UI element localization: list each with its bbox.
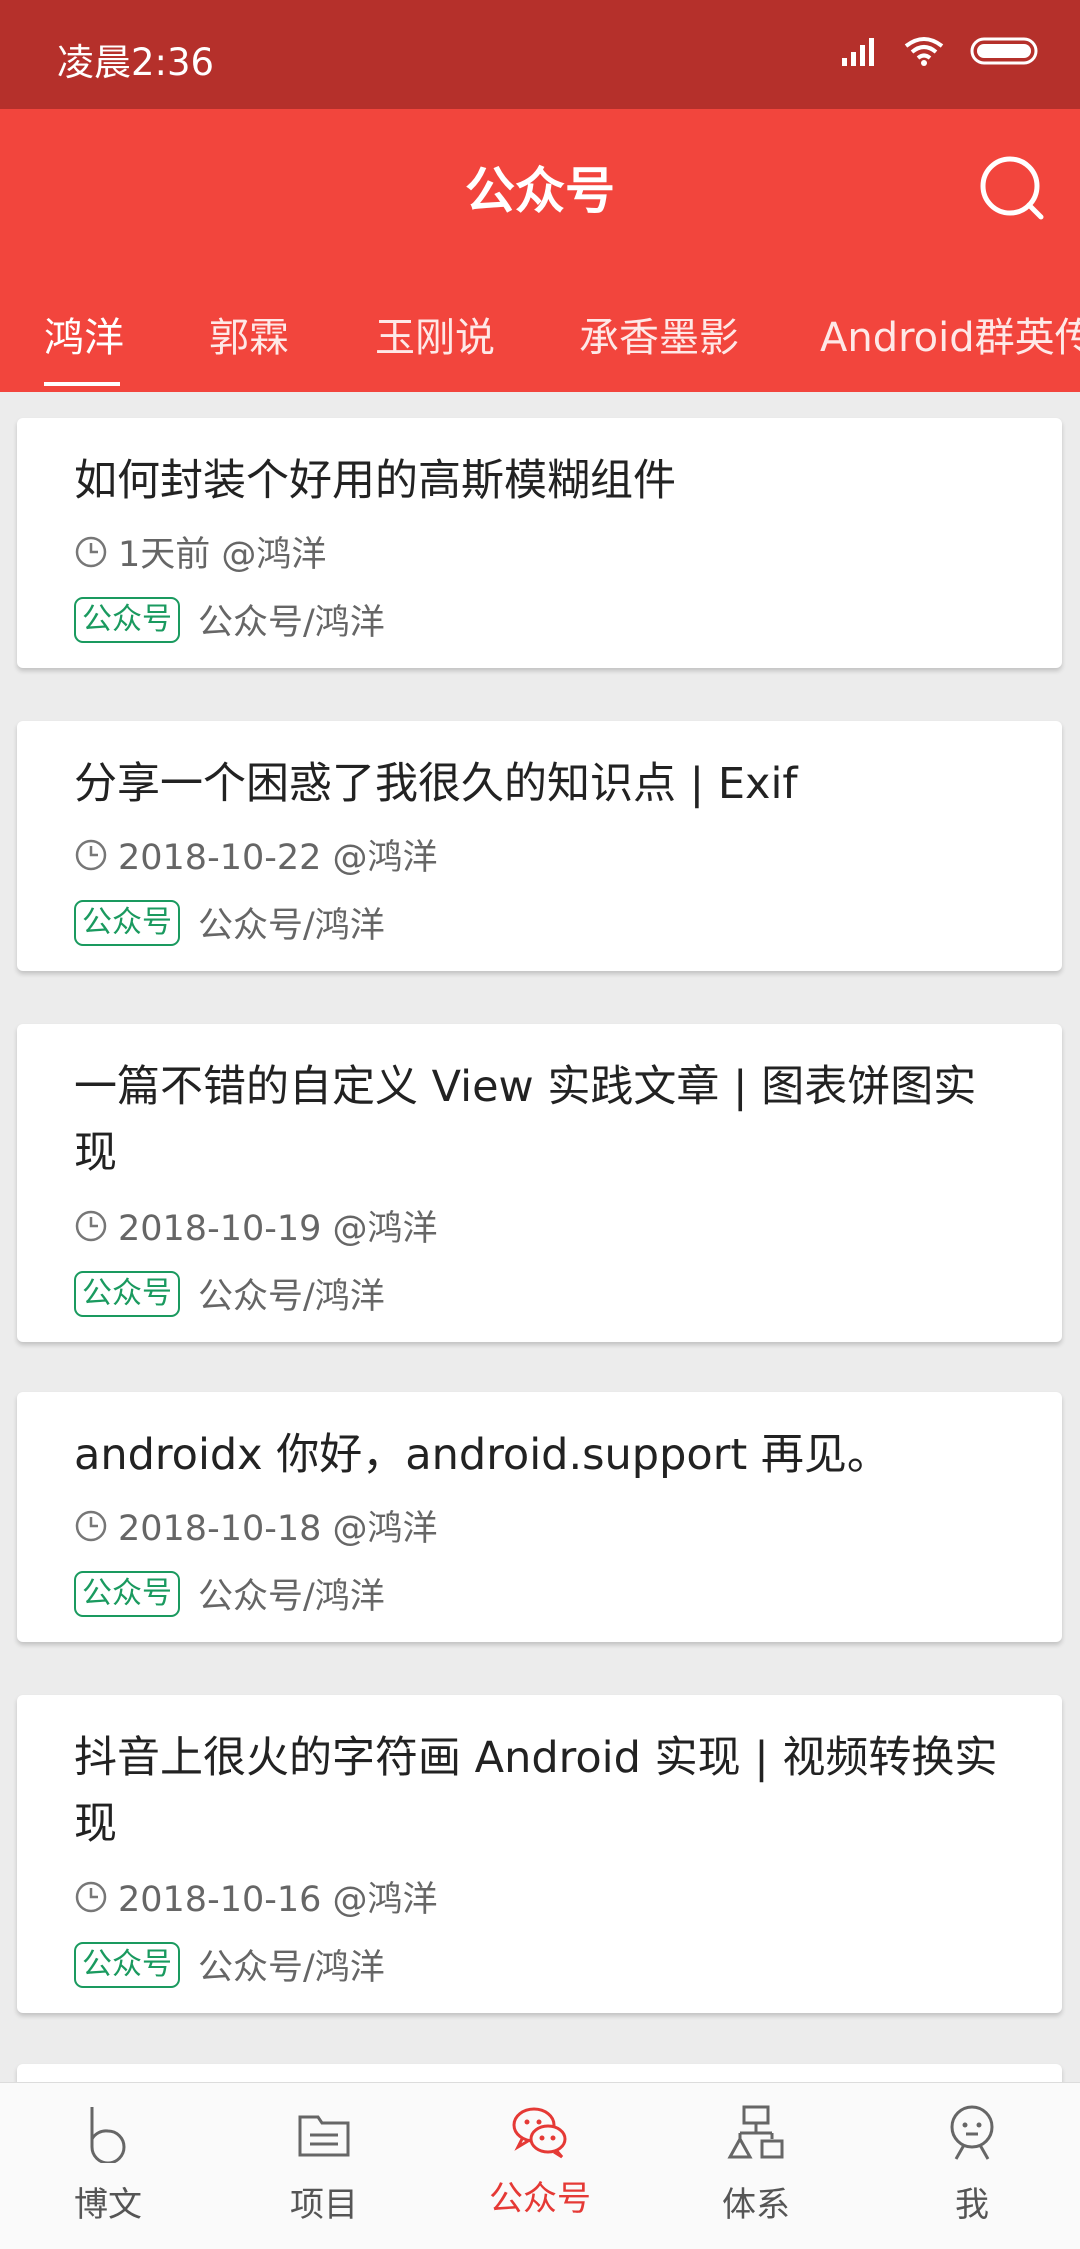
project-icon bbox=[298, 2115, 350, 2157]
article-category[interactable]: 公众号/鸿洋 bbox=[198, 1568, 385, 1619]
article-title: androidx 你好，android.support 再见。 bbox=[74, 1430, 890, 1480]
profile-icon bbox=[950, 2105, 994, 2160]
status-icons bbox=[842, 36, 1040, 66]
nav-blog[interactable]: 博文 bbox=[0, 2083, 216, 2249]
wifi-icon bbox=[904, 37, 944, 66]
clock-icon bbox=[75, 1510, 107, 1541]
article-meta: 2018-10-22 @鸿洋 bbox=[74, 829, 438, 880]
page-title: 公众号 bbox=[465, 162, 615, 220]
nav-profile[interactable]: 我 bbox=[864, 2083, 1080, 2249]
article-category[interactable]: 公众号/鸿洋 bbox=[198, 1939, 385, 1990]
article-category[interactable]: 公众号/鸿洋 bbox=[198, 594, 385, 645]
article-card[interactable]: androidx 你好，android.support 再见。 2018-10-… bbox=[17, 1392, 1062, 1642]
nav-label: 项目 bbox=[290, 2185, 358, 2225]
article-title: 一篇不错的自定义 View 实践文章 | 图表饼图实现 bbox=[74, 1062, 977, 1178]
article-title: 分享一个困惑了我很久的知识点 | Exif bbox=[74, 759, 798, 809]
article-time-author: 1天前 @鸿洋 bbox=[118, 535, 327, 575]
tag-badge[interactable]: 公众号 bbox=[74, 1941, 180, 1988]
article-card-partial[interactable] bbox=[17, 2064, 1062, 2082]
article-tags: 公众号 公众号/鸿洋 bbox=[74, 897, 385, 948]
tag-badge[interactable]: 公众号 bbox=[74, 1270, 180, 1317]
tab-hongyang[interactable]: 鸿洋 bbox=[44, 284, 124, 392]
nav-label: 我 bbox=[955, 2185, 989, 2225]
nav-project[interactable]: 项目 bbox=[216, 2083, 432, 2249]
article-time-author: 2018-10-22 @鸿洋 bbox=[118, 838, 438, 878]
tab-guolin[interactable]: 郭霖 bbox=[209, 284, 289, 392]
tag-badge[interactable]: 公众号 bbox=[74, 596, 180, 643]
article-list: 如何封装个好用的高斯模糊组件 1天前 @鸿洋 公众号 公众号/鸿洋 分享一个困惑… bbox=[0, 392, 1080, 2082]
article-card[interactable]: 一篇不错的自定义 View 实践文章 | 图表饼图实现 2018-10-19 @… bbox=[17, 1024, 1062, 1342]
article-category[interactable]: 公众号/鸿洋 bbox=[198, 1268, 385, 1319]
article-title: 如何封装个好用的高斯模糊组件 bbox=[74, 456, 676, 506]
article-meta: 2018-10-16 @鸿洋 bbox=[74, 1871, 438, 1922]
signal-icon bbox=[842, 38, 874, 66]
clock-icon bbox=[75, 839, 107, 870]
status-time: 凌晨2:36 bbox=[57, 41, 215, 84]
battery-icon bbox=[970, 37, 1038, 65]
nav-wechat-official[interactable]: 公众号 bbox=[432, 2083, 648, 2249]
article-meta: 2018-10-18 @鸿洋 bbox=[74, 1500, 438, 1551]
tab-yugangshuo[interactable]: 玉刚说 bbox=[375, 284, 495, 392]
app-bar: 公众号 鸿洋 郭霖 玉刚说 承香墨影 Android群英传 bbox=[0, 109, 1080, 392]
wechat-icon bbox=[512, 2107, 567, 2159]
article-tags: 公众号 公众号/鸿洋 bbox=[74, 1939, 385, 1990]
tab-bar: 鸿洋 郭霖 玉刚说 承香墨影 Android群英传 bbox=[0, 284, 1080, 392]
article-time-author: 2018-10-19 @鸿洋 bbox=[118, 1209, 438, 1249]
nav-label: 体系 bbox=[722, 2185, 790, 2225]
search-icon[interactable] bbox=[977, 153, 1047, 223]
nav-label: 博文 bbox=[74, 2185, 142, 2225]
blog-icon bbox=[90, 2107, 126, 2163]
tab-indicator bbox=[44, 382, 120, 386]
tab-android-qunyingzhuan[interactable]: Android群英传 bbox=[820, 284, 1080, 392]
article-meta: 1天前 @鸿洋 bbox=[74, 526, 326, 577]
clock-icon bbox=[75, 1881, 107, 1912]
clock-icon bbox=[75, 536, 107, 567]
clock-icon bbox=[75, 1210, 107, 1241]
nav-system[interactable]: 体系 bbox=[648, 2083, 864, 2249]
article-tags: 公众号 公众号/鸿洋 bbox=[74, 594, 385, 645]
tab-chengxiangmoying[interactable]: 承香墨影 bbox=[579, 284, 739, 392]
article-tags: 公众号 公众号/鸿洋 bbox=[74, 1568, 385, 1619]
article-time-author: 2018-10-16 @鸿洋 bbox=[118, 1880, 438, 1920]
article-meta: 2018-10-19 @鸿洋 bbox=[74, 1200, 438, 1251]
tag-badge[interactable]: 公众号 bbox=[74, 1570, 180, 1617]
article-card[interactable]: 如何封装个好用的高斯模糊组件 1天前 @鸿洋 公众号 公众号/鸿洋 bbox=[17, 418, 1062, 668]
article-card[interactable]: 抖音上很火的字符画 Android 实现 | 视频转换实现 2018-10-16… bbox=[17, 1695, 1062, 2013]
article-category[interactable]: 公众号/鸿洋 bbox=[198, 897, 385, 948]
article-tags: 公众号 公众号/鸿洋 bbox=[74, 1268, 385, 1319]
status-bar: 凌晨2:36 bbox=[0, 0, 1080, 109]
article-card[interactable]: 分享一个困惑了我很久的知识点 | Exif 2018-10-22 @鸿洋 公众号… bbox=[17, 721, 1062, 971]
article-title: 抖音上很火的字符画 Android 实现 | 视频转换实现 bbox=[74, 1733, 998, 1849]
article-time-author: 2018-10-18 @鸿洋 bbox=[118, 1509, 438, 1549]
nav-label: 公众号 bbox=[489, 2179, 591, 2219]
tag-badge[interactable]: 公众号 bbox=[74, 899, 180, 946]
system-icon bbox=[727, 2105, 784, 2159]
bottom-navigation: 博文 项目 公众号 体系 我 bbox=[0, 2082, 1080, 2249]
